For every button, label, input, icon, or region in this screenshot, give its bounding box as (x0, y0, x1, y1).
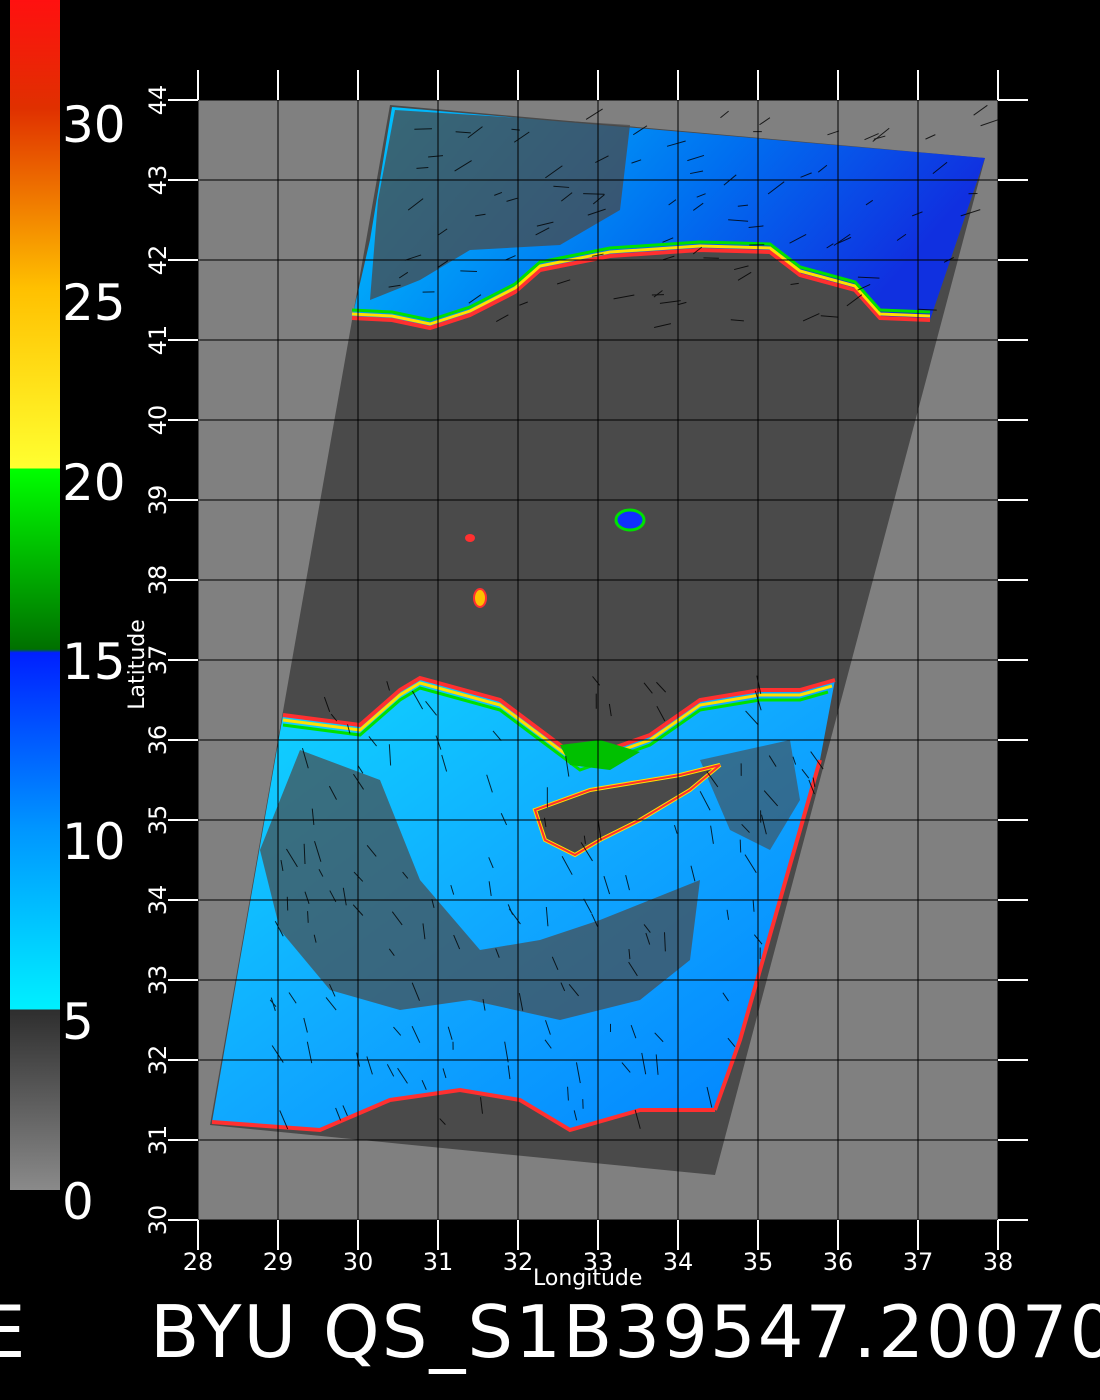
wind-vector (460, 270, 478, 273)
wind-vector (414, 128, 432, 130)
image-title: BYU QS_S1B39547.20070 (150, 1290, 1100, 1374)
y-tick-label: 40 (144, 405, 172, 436)
lake-west-2 (473, 588, 487, 608)
x-tick-label: 31 (423, 1248, 454, 1276)
lake-west-1 (465, 534, 475, 542)
wind-vector (307, 911, 309, 923)
y-tick-label: 43 (144, 165, 172, 196)
wind-vector (583, 193, 605, 195)
y-tick-label: 30 (144, 1205, 172, 1236)
y-tick-label: 36 (144, 725, 172, 756)
lake-tuz (614, 508, 646, 532)
x-tick-label: 30 (343, 1248, 374, 1276)
x-tick-label: 28 (183, 1248, 214, 1276)
x-tick-label: 36 (823, 1248, 854, 1276)
y-tick-label: 44 (144, 85, 172, 116)
x-tick-label: 34 (663, 1248, 694, 1276)
y-axis-title: Latitude (124, 619, 150, 710)
y-tick-label: 35 (144, 805, 172, 836)
y-tick-label: 33 (144, 965, 172, 996)
y-tick-label: 32 (144, 1045, 172, 1076)
x-tick-label: 38 (983, 1248, 1014, 1276)
y-tick-label: 31 (144, 1125, 172, 1156)
y-tick-label: 38 (144, 565, 172, 596)
x-tick-label: 37 (903, 1248, 934, 1276)
x-axis-title: Longitude (533, 1266, 643, 1291)
y-tick-label: 39 (144, 485, 172, 516)
y-tick-label: 34 (144, 885, 172, 916)
title-fragment-left: E (0, 1290, 26, 1374)
wind-map: 28 29 30 31 32 33 34 35 36 37 38 30313233343536373… (144, 70, 1028, 1276)
y-tick-label: 41 (144, 325, 172, 356)
y-tick-label: 42 (144, 245, 172, 276)
x-tick-label: 35 (743, 1248, 774, 1276)
x-tick-label: 29 (263, 1248, 294, 1276)
x-tick-label: 32 (503, 1248, 534, 1276)
